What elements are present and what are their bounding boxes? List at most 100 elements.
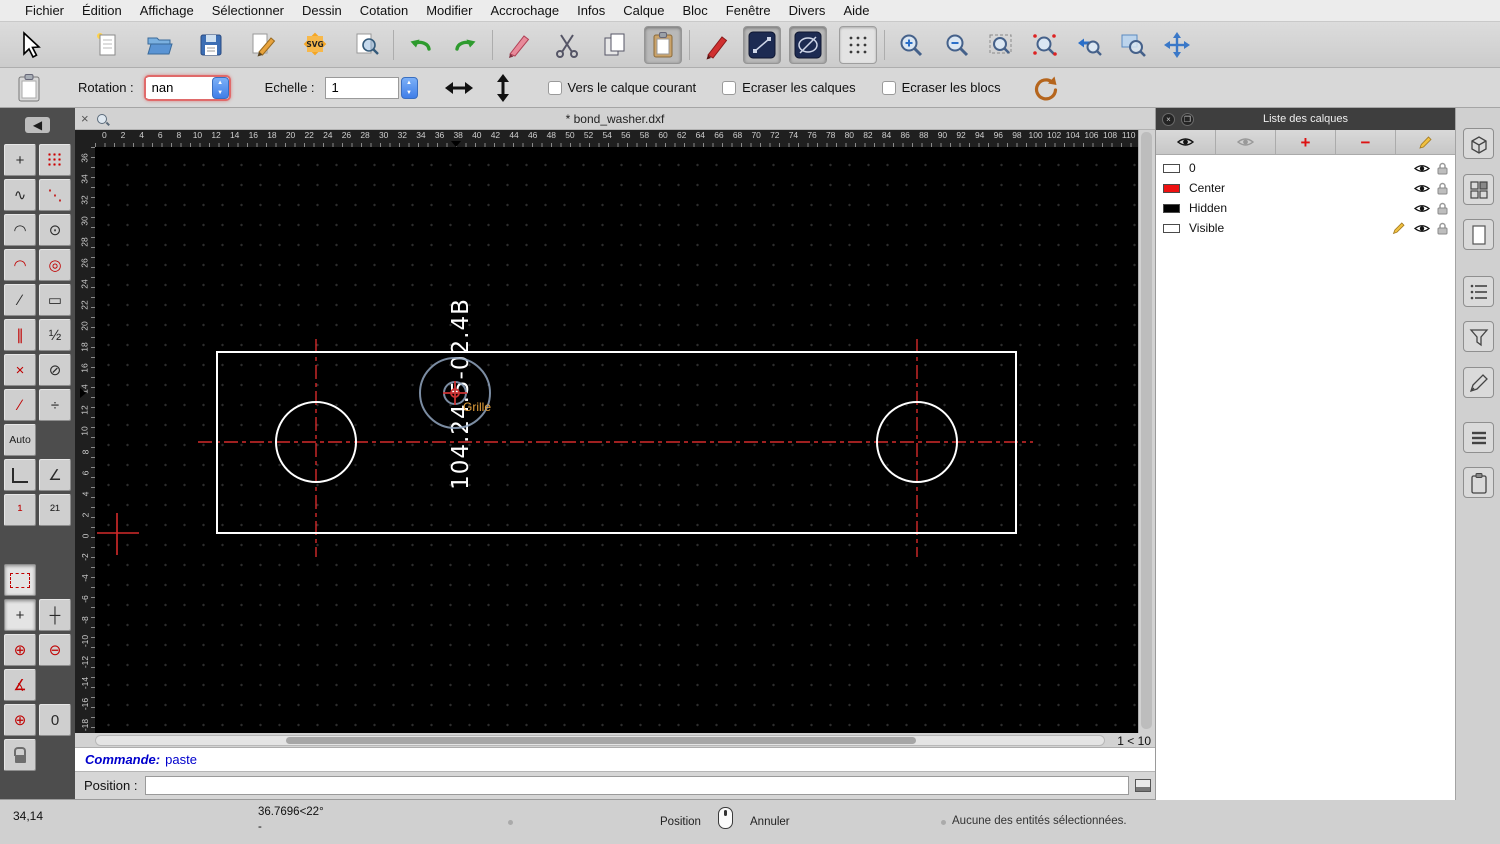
modify-measure[interactable]: ÷	[39, 389, 71, 421]
save-button[interactable]	[192, 26, 230, 64]
cancel-action-button[interactable]	[1025, 69, 1063, 107]
zoom-auto-button[interactable]	[982, 26, 1020, 64]
edit-layer-button[interactable]	[1396, 130, 1455, 154]
copy-button[interactable]	[596, 26, 634, 64]
zoom-in-button[interactable]	[892, 26, 930, 64]
delete-entity-button[interactable]	[500, 26, 538, 64]
coordinates-absolute[interactable]	[4, 459, 36, 491]
to-current-layer-checkbox[interactable]: Vers le calque courant	[547, 80, 696, 95]
menu-item[interactable]: Divers	[780, 3, 835, 18]
print-preview-button[interactable]	[348, 26, 386, 64]
rotation-stepper[interactable]: ▲ ▼	[211, 76, 229, 99]
order-first[interactable]: ¹	[4, 494, 36, 526]
collapse-palette-button[interactable]: ◀	[24, 117, 51, 133]
Visible[interactable]: Visible	[1156, 218, 1455, 238]
open-file-button[interactable]	[140, 26, 178, 64]
selection-arrow-icon[interactable]	[12, 26, 50, 64]
pen-edit-button[interactable]	[697, 26, 735, 64]
dock-filter-button[interactable]	[1463, 321, 1494, 352]
scale-input[interactable]	[324, 76, 399, 99]
Center[interactable]: Center	[1156, 178, 1455, 198]
vertical-scrollbar[interactable]	[1138, 130, 1155, 733]
menu-item[interactable]: Infos	[568, 3, 614, 18]
snap-grid-point[interactable]: ⊕	[4, 704, 36, 736]
zoom-redraw-button[interactable]	[1026, 26, 1064, 64]
order-swap[interactable]: ²¹	[39, 494, 71, 526]
horizontal-scrollbar[interactable]	[95, 735, 1105, 746]
zoom-out-button[interactable]	[938, 26, 976, 64]
menu-item[interactable]: Modifier	[417, 3, 481, 18]
scale-stepper[interactable]: ▲ ▼	[400, 76, 418, 99]
dock-page-button[interactable]	[1463, 219, 1494, 250]
modify-divide[interactable]: ⊘	[39, 354, 71, 386]
new-document-button[interactable]	[88, 26, 126, 64]
menu-item[interactable]: Cotation	[351, 3, 417, 18]
dock-list-button[interactable]	[1463, 276, 1494, 307]
layer-visibility-eye-icon[interactable]	[1414, 183, 1430, 194]
show-all-layers-button[interactable]	[1156, 130, 1216, 154]
scrollbar-thumb[interactable]	[286, 737, 916, 744]
drawing-canvas[interactable]: 104.24.5-02.4B Grille	[95, 147, 1138, 733]
menu-item[interactable]: Aide	[834, 3, 878, 18]
menu-item[interactable]: Calque	[614, 3, 673, 18]
polyline-tool-button[interactable]	[743, 25, 781, 64]
rotation-input[interactable]	[145, 77, 210, 98]
hide-all-layers-button[interactable]	[1216, 130, 1276, 154]
dock-lines-button[interactable]	[1463, 422, 1494, 453]
snap-center[interactable]: ⊕	[4, 634, 36, 666]
cut-button[interactable]	[548, 26, 586, 64]
remove-layer-button[interactable]: −	[1336, 130, 1396, 154]
modify-order[interactable]: ½	[39, 319, 71, 351]
command-line[interactable]: Commande: paste	[75, 748, 1155, 772]
snap-auto[interactable]: Auto	[4, 424, 36, 456]
draw-arc[interactable]: ◠	[4, 214, 36, 246]
draw-arc-3p[interactable]: ◠	[4, 249, 36, 281]
select-window[interactable]	[4, 564, 36, 596]
dock-cad-view-button[interactable]	[1463, 128, 1494, 159]
redo-button[interactable]	[447, 26, 485, 64]
layer-lock-icon[interactable]	[1437, 182, 1448, 195]
draw-circle[interactable]: ⊙	[39, 214, 71, 246]
snap-grid-points[interactable]	[39, 144, 71, 176]
Hidden[interactable]: Hidden	[1156, 198, 1455, 218]
layer-visibility-eye-icon[interactable]	[1414, 163, 1430, 174]
draw-spline[interactable]: ∿	[4, 179, 36, 211]
draw-line-points[interactable]: ⋱	[39, 179, 71, 211]
snap-free[interactable]: +	[4, 144, 36, 176]
0[interactable]: 0	[1156, 158, 1455, 178]
menu-item[interactable]: Édition	[73, 3, 131, 18]
undo-button[interactable]	[401, 26, 439, 64]
command-window-toggle-icon[interactable]	[1135, 779, 1152, 792]
menu-item[interactable]: Dessin	[293, 3, 351, 18]
position-input[interactable]	[145, 776, 1130, 795]
edit-document-button[interactable]	[244, 26, 282, 64]
menu-item[interactable]: Fichier	[16, 3, 73, 18]
svg-export-button[interactable]: SVG	[296, 26, 334, 64]
layer-lock-icon[interactable]	[1437, 162, 1448, 175]
grid-toggle-button[interactable]	[839, 25, 877, 64]
modify-trim[interactable]: ×	[4, 354, 36, 386]
checkbox-box[interactable]	[881, 80, 896, 95]
draw-circle-center-radius[interactable]: ◎	[39, 249, 71, 281]
zoom-previous-button[interactable]	[1070, 26, 1108, 64]
zoom-window-button[interactable]	[1114, 26, 1152, 64]
lock[interactable]	[4, 739, 36, 771]
menu-item[interactable]: Accrochage	[481, 3, 568, 18]
draw-rectangle[interactable]: ▭	[39, 284, 71, 316]
modify-stretch[interactable]: ∕	[4, 389, 36, 421]
ellipse-tool-button[interactable]	[789, 25, 827, 64]
coordinates-polar[interactable]: ∠	[39, 459, 71, 491]
menu-item[interactable]: Sélectionner	[203, 3, 293, 18]
paste-button[interactable]	[644, 25, 682, 64]
menu-item[interactable]: Bloc	[673, 3, 716, 18]
menu-item[interactable]: Fenêtre	[717, 3, 780, 18]
snap-distance[interactable]: ⊖	[39, 634, 71, 666]
flip-vertical-button[interactable]	[484, 69, 522, 107]
zoom-pan-button[interactable]	[1158, 26, 1196, 64]
layer-visibility-eye-icon[interactable]	[1414, 223, 1430, 234]
draw-line-tangent[interactable]: ∕	[4, 284, 36, 316]
dock-pen-button[interactable]	[1463, 367, 1494, 398]
snap-endpoint[interactable]: ┼	[39, 599, 71, 631]
lock-relative-zero[interactable]: 0	[39, 704, 71, 736]
snap-free-toggle[interactable]: +	[4, 599, 36, 631]
